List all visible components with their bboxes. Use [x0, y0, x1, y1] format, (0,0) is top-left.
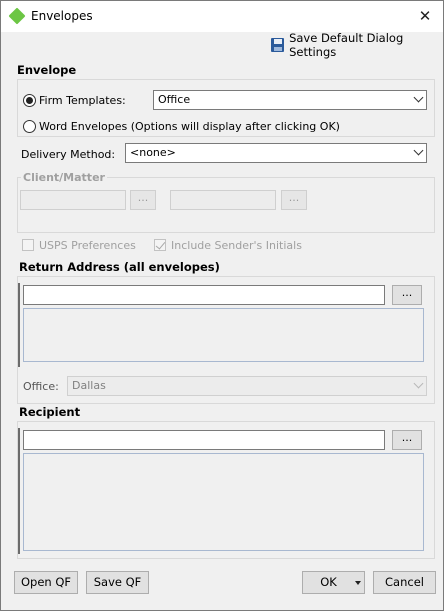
- office-value: Dallas: [72, 379, 106, 392]
- delivery-method-label: Delivery Method:: [21, 148, 116, 161]
- usps-preferences-label: USPS Preferences: [39, 239, 136, 252]
- firm-templates-radio[interactable]: [23, 94, 36, 107]
- chevron-down-icon: [413, 145, 424, 156]
- save-qf-button[interactable]: Save QF: [86, 571, 149, 594]
- envelope-section-label: Envelope: [17, 63, 77, 77]
- delivery-method-select[interactable]: <none>: [125, 143, 427, 163]
- word-envelopes-radio[interactable]: [23, 120, 36, 133]
- client-lookup-button[interactable]: ...: [130, 190, 156, 210]
- usps-preferences-checkbox[interactable]: [22, 239, 34, 251]
- cancel-button[interactable]: Cancel: [373, 571, 436, 594]
- return-address-name-input[interactable]: [23, 285, 385, 305]
- window-title: Envelopes: [31, 9, 93, 23]
- office-select[interactable]: Dallas: [67, 376, 427, 396]
- save-default-label: Save Default Dialog Settings: [289, 31, 404, 59]
- include-initials-label: Include Sender's Initials: [171, 239, 302, 252]
- firm-templates-value: Office: [158, 93, 191, 106]
- app-diamond-icon: [8, 7, 26, 25]
- ok-split-button[interactable]: OK: [302, 571, 365, 594]
- envelopes-dialog: Envelopes ✕ Save Default Dialog Settings…: [0, 0, 444, 611]
- floppy-disk-icon: [271, 38, 285, 52]
- recipient-textarea[interactable]: [23, 453, 424, 551]
- chevron-down-icon: [413, 378, 424, 389]
- return-address-textarea[interactable]: [23, 308, 424, 362]
- client-matter-label: Client/Matter: [21, 171, 107, 184]
- recipient-frame: [18, 428, 20, 554]
- save-default-dialog-settings-button[interactable]: Save Default Dialog Settings: [271, 31, 443, 59]
- return-address-section-label: Return Address (all envelopes): [19, 260, 220, 274]
- firm-templates-label: Firm Templates:: [39, 94, 126, 107]
- firm-templates-select[interactable]: Office: [153, 90, 427, 110]
- chevron-down-icon: [413, 92, 424, 103]
- recipient-section-label: Recipient: [19, 405, 81, 419]
- include-initials-checkbox[interactable]: [154, 239, 166, 251]
- open-qf-button[interactable]: Open QF: [14, 571, 78, 594]
- delivery-method-value: <none>: [130, 146, 176, 159]
- dropdown-arrow-icon[interactable]: [355, 581, 361, 585]
- return-address-lookup-button[interactable]: ...: [392, 285, 422, 305]
- client-input[interactable]: [20, 190, 126, 210]
- office-label: Office:: [23, 380, 59, 393]
- ok-label: OK: [320, 575, 337, 589]
- recipient-lookup-button[interactable]: ...: [392, 430, 422, 450]
- matter-lookup-button[interactable]: ...: [281, 190, 307, 210]
- close-button[interactable]: ✕: [413, 5, 437, 27]
- matter-input[interactable]: [170, 190, 276, 210]
- word-envelopes-label: Word Envelopes (Options will display aft…: [39, 120, 340, 133]
- return-address-frame: [18, 283, 20, 367]
- recipient-name-input[interactable]: [23, 430, 385, 450]
- title-bar: Envelopes ✕: [1, 1, 443, 32]
